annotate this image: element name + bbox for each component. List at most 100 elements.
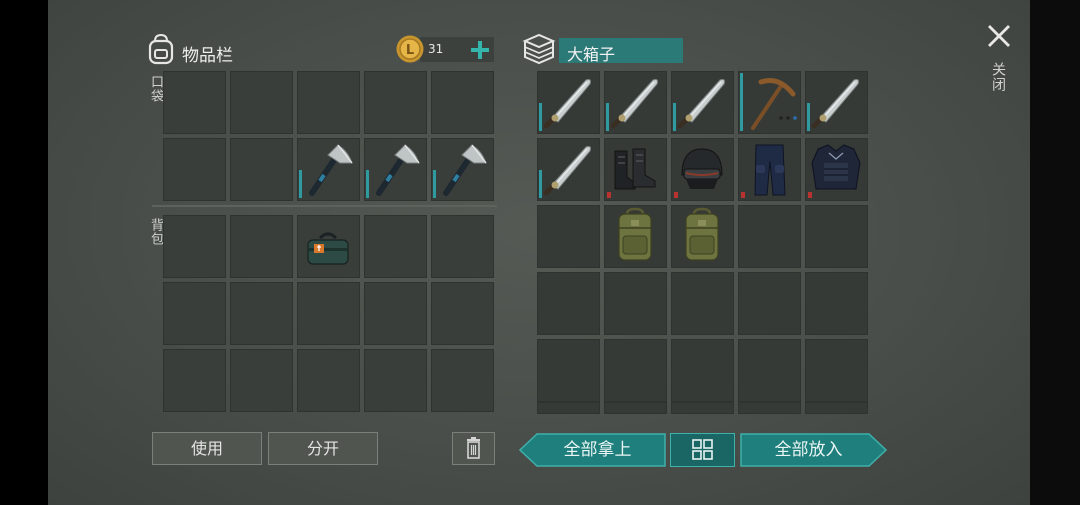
inventory-title: 物品栏 [182, 46, 233, 66]
backpack-slot-empty[interactable] [431, 282, 494, 345]
hatchet-icon [432, 139, 493, 200]
backpack-icon [605, 206, 666, 267]
pocket-slot-empty[interactable] [297, 71, 360, 134]
machete-icon [538, 72, 599, 133]
chest-slot-empty[interactable] [604, 339, 667, 402]
split-button[interactable]: 分开 [268, 432, 378, 465]
backpack-slot-empty[interactable] [364, 349, 427, 412]
close-icon[interactable] [986, 23, 1012, 49]
pocket-slot-empty[interactable] [431, 71, 494, 134]
chest-slot-empty[interactable] [537, 205, 600, 268]
chest-slot-empty[interactable] [805, 339, 868, 402]
hatchet-icon [298, 139, 359, 200]
close-label[interactable]: 关闭 [988, 62, 1008, 92]
durability-bar [433, 170, 436, 198]
pocket-slot-hatchet[interactable] [297, 138, 360, 201]
chest-slot-helmet[interactable] [671, 138, 734, 201]
backpack-icon [146, 33, 176, 65]
pocket-slot-empty[interactable] [163, 138, 226, 201]
take-all-button[interactable]: 全部拿上 [519, 433, 666, 467]
chest-slot-empty[interactable] [805, 272, 868, 335]
machete-icon [538, 139, 599, 200]
pocket-slot-empty[interactable] [364, 71, 427, 134]
pocket-slot-hatchet[interactable] [431, 138, 494, 201]
machete-icon [806, 72, 867, 133]
chest-slot-pants[interactable] [738, 138, 801, 201]
backpack-icon [672, 206, 733, 267]
pocket-slot-empty[interactable] [230, 138, 293, 201]
sort-button[interactable] [670, 433, 735, 467]
chest-title-bar: 大箱子 [559, 38, 683, 64]
pants-icon [739, 139, 800, 200]
chest-slot-boots[interactable] [604, 138, 667, 201]
chest-slot-empty[interactable] [738, 402, 801, 414]
chest-title: 大箱子 [567, 45, 616, 64]
backpack-slot-toolbox[interactable] [297, 215, 360, 278]
durability-bar [740, 73, 743, 131]
chest-slot-empty[interactable] [805, 205, 868, 268]
backpack-slot-empty[interactable] [431, 215, 494, 278]
durability-bar [606, 103, 609, 131]
chest-slot-machete[interactable] [604, 71, 667, 134]
take-all-label: 全部拿上 [563, 440, 632, 460]
machete-icon [605, 72, 666, 133]
backpack-slot-empty[interactable] [431, 349, 494, 412]
chest-slot-empty[interactable] [738, 339, 801, 402]
durability-bar [807, 103, 810, 131]
chest-slot-empty[interactable] [537, 402, 600, 414]
trash-button[interactable] [452, 432, 495, 465]
damage-marker [607, 192, 611, 198]
sort-grid-icon [692, 439, 713, 460]
durability-bar [539, 103, 542, 131]
chest-slot-empty[interactable] [738, 272, 801, 335]
durability-bar [539, 170, 542, 198]
durability-bar [366, 170, 369, 198]
pickaxe-icon [739, 72, 800, 133]
chest-slot-empty[interactable] [604, 402, 667, 414]
backpack-slot-empty[interactable] [364, 282, 427, 345]
helmet-icon [672, 139, 733, 200]
chest-slot-machete[interactable] [537, 138, 600, 201]
backpack-slot-empty[interactable] [230, 215, 293, 278]
use-button[interactable]: 使用 [152, 432, 262, 465]
backpack-slot-empty[interactable] [297, 349, 360, 412]
backpack-slot-empty[interactable] [230, 282, 293, 345]
backpack-slot-empty[interactable] [364, 215, 427, 278]
chest-slot-empty[interactable] [738, 205, 801, 268]
pocket-slot-empty[interactable] [163, 71, 226, 134]
chest-slot-machete[interactable] [805, 71, 868, 134]
chest-slot-empty[interactable] [671, 402, 734, 414]
boots-icon [605, 139, 666, 200]
pocket-slot-empty[interactable] [230, 71, 293, 134]
chest-slot-empty[interactable] [671, 272, 734, 335]
chest-slot-empty[interactable] [537, 272, 600, 335]
chest-slot-machete[interactable] [671, 71, 734, 134]
chest-slot-backpack[interactable] [604, 205, 667, 268]
svg-text:L: L [406, 43, 414, 58]
put-all-button[interactable]: 全部放入 [740, 433, 887, 467]
damage-marker [808, 192, 812, 198]
backpack-slot-empty[interactable] [163, 282, 226, 345]
chest-slot-machete[interactable] [537, 71, 600, 134]
chest-slot-empty[interactable] [671, 339, 734, 402]
coin-count: 31 [428, 42, 444, 56]
screen-edge [1030, 0, 1080, 505]
put-all-label: 全部放入 [774, 440, 843, 460]
chest-slot-empty[interactable] [604, 272, 667, 335]
pocket-slot-hatchet[interactable] [364, 138, 427, 201]
chest-slot-empty[interactable] [805, 402, 868, 414]
backpack-slot-empty[interactable] [163, 215, 226, 278]
vest-icon [806, 139, 867, 200]
section-divider [152, 205, 497, 207]
backpack-slot-empty[interactable] [230, 349, 293, 412]
chest-slot-empty[interactable] [537, 339, 600, 402]
chest-icon [521, 31, 557, 67]
backpack-slot-empty[interactable] [297, 282, 360, 345]
plus-icon[interactable] [468, 38, 492, 62]
chest-slot-backpack[interactable] [671, 205, 734, 268]
durability-bar [299, 170, 302, 198]
chest-slot-vest[interactable] [805, 138, 868, 201]
backpack-slot-empty[interactable] [163, 349, 226, 412]
chest-slot-pickaxe[interactable] [738, 71, 801, 134]
hatchet-icon [365, 139, 426, 200]
